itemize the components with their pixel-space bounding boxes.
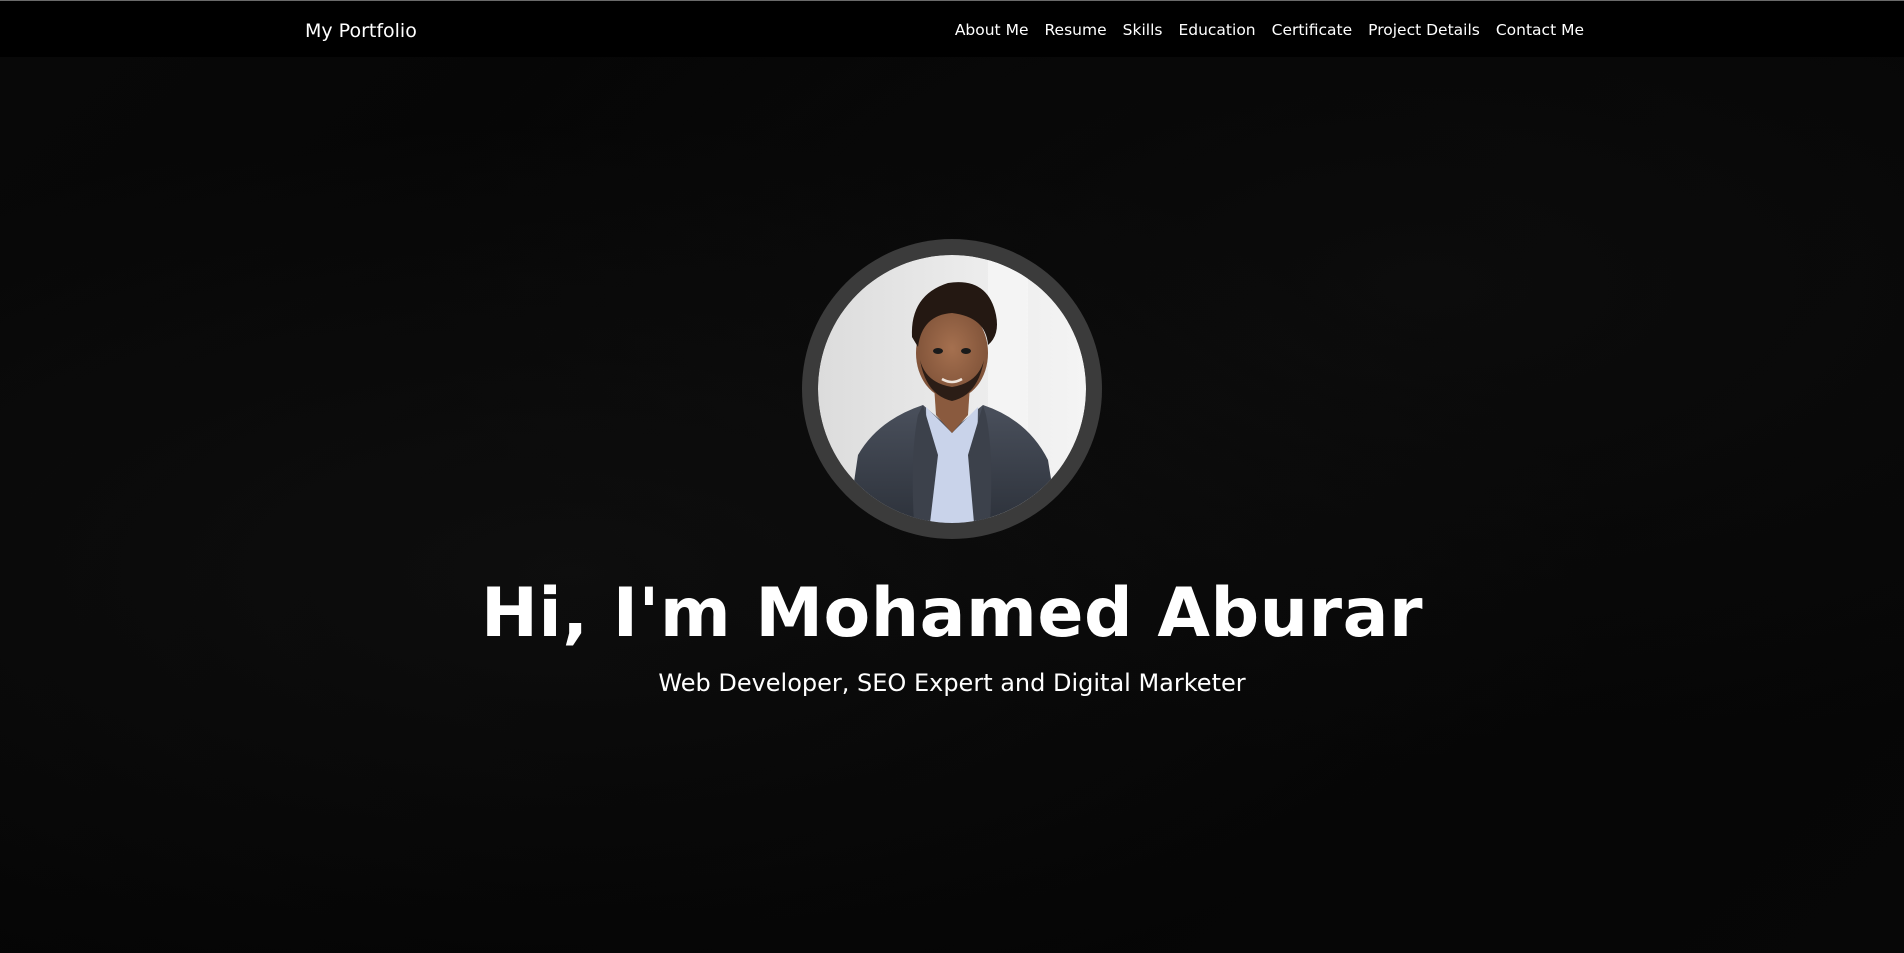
nav-link-about-me[interactable]: About Me xyxy=(947,20,1037,40)
nav-link-skills[interactable]: Skills xyxy=(1115,20,1171,40)
avatar xyxy=(818,255,1086,523)
nav-link-resume[interactable]: Resume xyxy=(1036,20,1114,40)
hero-subtitle: Web Developer, SEO Expert and Digital Ma… xyxy=(658,669,1246,697)
nav-links: About Me Resume Skills Education Certifi… xyxy=(947,20,1592,40)
nav-link-project-details[interactable]: Project Details xyxy=(1360,20,1488,40)
hero-headline: Hi, I'm Mohamed Aburar xyxy=(480,574,1424,653)
avatar-ring xyxy=(802,239,1102,539)
navbar: My Portfolio About Me Resume Skills Educ… xyxy=(0,1,1904,57)
page: My Portfolio About Me Resume Skills Educ… xyxy=(0,0,1904,953)
nav-link-contact-me[interactable]: Contact Me xyxy=(1488,20,1592,40)
nav-link-education[interactable]: Education xyxy=(1170,20,1263,40)
brand-link[interactable]: My Portfolio xyxy=(305,19,417,43)
nav-link-certificate[interactable]: Certificate xyxy=(1264,20,1361,40)
hero-section: Hi, I'm Mohamed Aburar Web Developer, SE… xyxy=(0,57,1904,953)
